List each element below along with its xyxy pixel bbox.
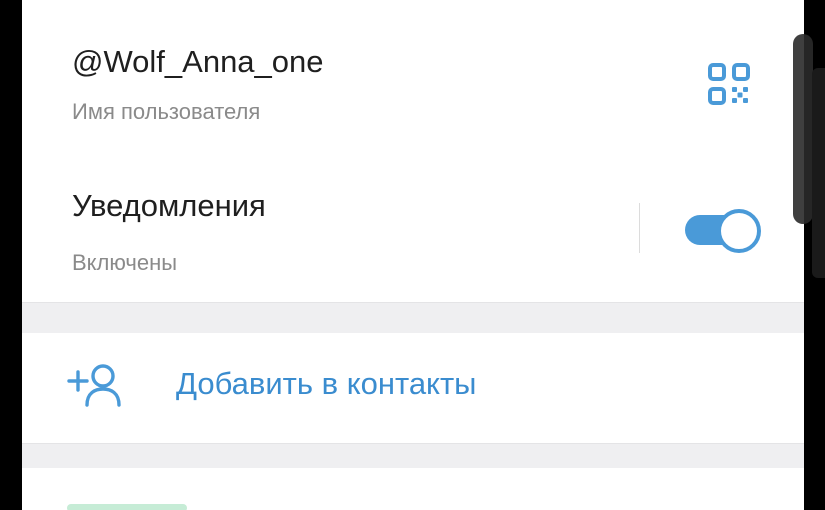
notifications-status: Включены bbox=[72, 250, 178, 275]
scrollbar-thumb[interactable] bbox=[793, 34, 813, 224]
side-edge-handle bbox=[812, 68, 825, 278]
notifications-row[interactable]: Уведомления Включены bbox=[22, 152, 804, 302]
notifications-title: Уведомления bbox=[72, 188, 266, 223]
username-value: @Wolf_Anna_one bbox=[72, 44, 324, 79]
profile-info-panel: @Wolf_Anna_one Имя пользователя Уведомле… bbox=[22, 0, 804, 510]
notifications-toggle[interactable] bbox=[685, 207, 761, 253]
username-row[interactable]: @Wolf_Anna_one Имя пользователя bbox=[22, 0, 804, 152]
add-user-icon bbox=[67, 363, 123, 407]
username-caption: Имя пользователя bbox=[72, 99, 261, 124]
section-divider bbox=[22, 302, 804, 333]
add-contact-row[interactable]: Добавить в контакты bbox=[22, 333, 804, 443]
next-row-label-peek bbox=[67, 504, 187, 510]
next-row-peek bbox=[22, 468, 804, 510]
section-divider bbox=[22, 443, 804, 468]
toggle-knob bbox=[717, 209, 761, 253]
qr-code-icon[interactable] bbox=[708, 63, 750, 105]
add-contact-button[interactable]: Добавить в контакты bbox=[176, 366, 476, 402]
vertical-divider bbox=[639, 203, 640, 253]
